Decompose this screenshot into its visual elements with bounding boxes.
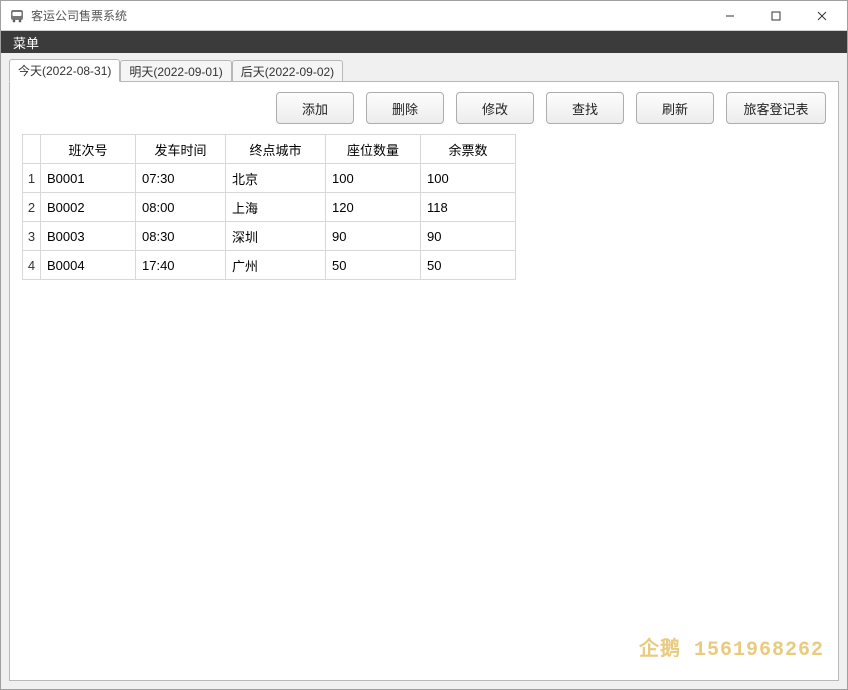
- row-index: 1: [23, 164, 41, 193]
- cell-depart-time[interactable]: 08:00: [136, 193, 226, 222]
- table-row[interactable]: 2B000208:00上海120118: [23, 193, 516, 222]
- app-bus-icon: [9, 8, 25, 24]
- refresh-button[interactable]: 刷新: [636, 92, 714, 124]
- cell-bus-no[interactable]: B0001: [41, 164, 136, 193]
- cell-dest-city[interactable]: 深圳: [226, 222, 326, 251]
- cell-dest-city[interactable]: 北京: [226, 164, 326, 193]
- cell-depart-time[interactable]: 08:30: [136, 222, 226, 251]
- col-header-seat-count[interactable]: 座位数量: [326, 135, 421, 164]
- add-button[interactable]: 添加: [276, 92, 354, 124]
- cell-bus-no[interactable]: B0003: [41, 222, 136, 251]
- col-header-depart-time[interactable]: 发车时间: [136, 135, 226, 164]
- titlebar: 客运公司售票系统: [1, 1, 847, 31]
- cell-remaining[interactable]: 90: [421, 222, 516, 251]
- tab-tomorrow[interactable]: 明天(2022-09-01): [120, 60, 231, 82]
- table-row[interactable]: 3B000308:30深圳9090: [23, 222, 516, 251]
- content-frame: 添加 删除 修改 查找 刷新 旅客登记表 班次号 发车时间 终点城市 座位数量 …: [9, 81, 839, 681]
- cell-depart-time[interactable]: 07:30: [136, 164, 226, 193]
- modify-button[interactable]: 修改: [456, 92, 534, 124]
- maximize-icon: [771, 11, 781, 21]
- menu-main[interactable]: 菜单: [9, 31, 43, 54]
- close-button[interactable]: [799, 2, 845, 30]
- cell-seat-count[interactable]: 50: [326, 251, 421, 280]
- passenger-register-button[interactable]: 旅客登记表: [726, 92, 826, 124]
- cell-dest-city[interactable]: 上海: [226, 193, 326, 222]
- row-index: 3: [23, 222, 41, 251]
- cell-dest-city[interactable]: 广州: [226, 251, 326, 280]
- cell-seat-count[interactable]: 120: [326, 193, 421, 222]
- cell-depart-time[interactable]: 17:40: [136, 251, 226, 280]
- col-header-dest-city[interactable]: 终点城市: [226, 135, 326, 164]
- table-container: 班次号 发车时间 终点城市 座位数量 余票数 1B000107:30北京1001…: [10, 134, 838, 680]
- search-button[interactable]: 查找: [546, 92, 624, 124]
- cell-seat-count[interactable]: 100: [326, 164, 421, 193]
- schedule-table[interactable]: 班次号 发车时间 终点城市 座位数量 余票数 1B000107:30北京1001…: [22, 134, 516, 280]
- close-icon: [817, 11, 827, 21]
- row-index: 2: [23, 193, 41, 222]
- cell-remaining[interactable]: 100: [421, 164, 516, 193]
- maximize-button[interactable]: [753, 2, 799, 30]
- col-header-bus-no[interactable]: 班次号: [41, 135, 136, 164]
- tabbar: 今天(2022-08-31) 明天(2022-09-01) 后天(2022-09…: [1, 59, 847, 81]
- cell-remaining[interactable]: 50: [421, 251, 516, 280]
- col-header-remaining[interactable]: 余票数: [421, 135, 516, 164]
- minimize-button[interactable]: [707, 2, 753, 30]
- menubar: 菜单: [1, 31, 847, 53]
- toolbar: 添加 删除 修改 查找 刷新 旅客登记表: [10, 82, 838, 134]
- delete-button[interactable]: 删除: [366, 92, 444, 124]
- table-row[interactable]: 4B000417:40广州5050: [23, 251, 516, 280]
- table-corner: [23, 135, 41, 164]
- minimize-icon: [725, 11, 735, 21]
- cell-seat-count[interactable]: 90: [326, 222, 421, 251]
- table-row[interactable]: 1B000107:30北京100100: [23, 164, 516, 193]
- row-index: 4: [23, 251, 41, 280]
- window-title: 客运公司售票系统: [31, 7, 127, 24]
- cell-remaining[interactable]: 118: [421, 193, 516, 222]
- main-window: 客运公司售票系统 菜单 今天(2022-08-31) 明天(2022-09-01…: [0, 0, 848, 690]
- tab-today[interactable]: 今天(2022-08-31): [9, 59, 120, 82]
- cell-bus-no[interactable]: B0002: [41, 193, 136, 222]
- tab-day-after[interactable]: 后天(2022-09-02): [232, 60, 343, 82]
- cell-bus-no[interactable]: B0004: [41, 251, 136, 280]
